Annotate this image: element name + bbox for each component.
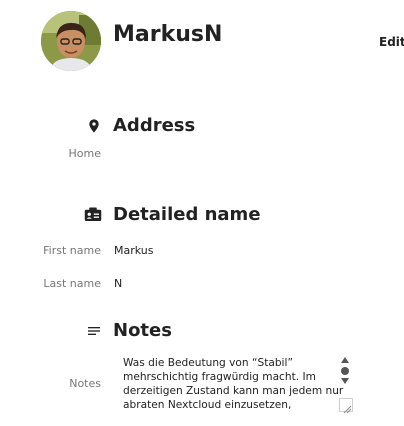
id-card-icon	[84, 207, 102, 221]
last-name-value[interactable]: N	[114, 277, 122, 290]
detailed-name-section-title: Detailed name	[113, 204, 261, 225]
last-name-label: Last name	[43, 277, 101, 290]
detailed-name-section-icon	[84, 207, 102, 227]
text-lines-icon	[88, 327, 100, 335]
resize-grip-icon	[343, 405, 352, 414]
notes-textarea[interactable]: Was die Bedeutung von “Stabil” mehrschic…	[114, 354, 354, 418]
address-home-label: Home	[68, 147, 101, 160]
edit-button-label: Edit	[379, 35, 404, 49]
scroll-down-icon[interactable]	[341, 378, 349, 384]
first-name-label: First name	[43, 244, 101, 257]
map-marker-icon	[89, 119, 99, 133]
first-name-value[interactable]: Markus	[114, 244, 154, 257]
contact-avatar[interactable]	[41, 11, 101, 71]
address-section-title: Address	[113, 115, 196, 136]
address-section-icon	[86, 118, 102, 138]
contact-name: MarkusN	[113, 22, 223, 47]
edit-button[interactable]: Edit	[373, 32, 404, 52]
notes-section-icon	[86, 323, 102, 343]
notes-label: Notes	[69, 377, 101, 390]
textarea-resize-handle[interactable]	[339, 398, 353, 414]
scroll-up-icon[interactable]	[341, 357, 349, 363]
scroll-thumb[interactable]	[341, 367, 349, 375]
notes-section-title: Notes	[113, 320, 172, 341]
avatar-photo	[41, 11, 101, 71]
